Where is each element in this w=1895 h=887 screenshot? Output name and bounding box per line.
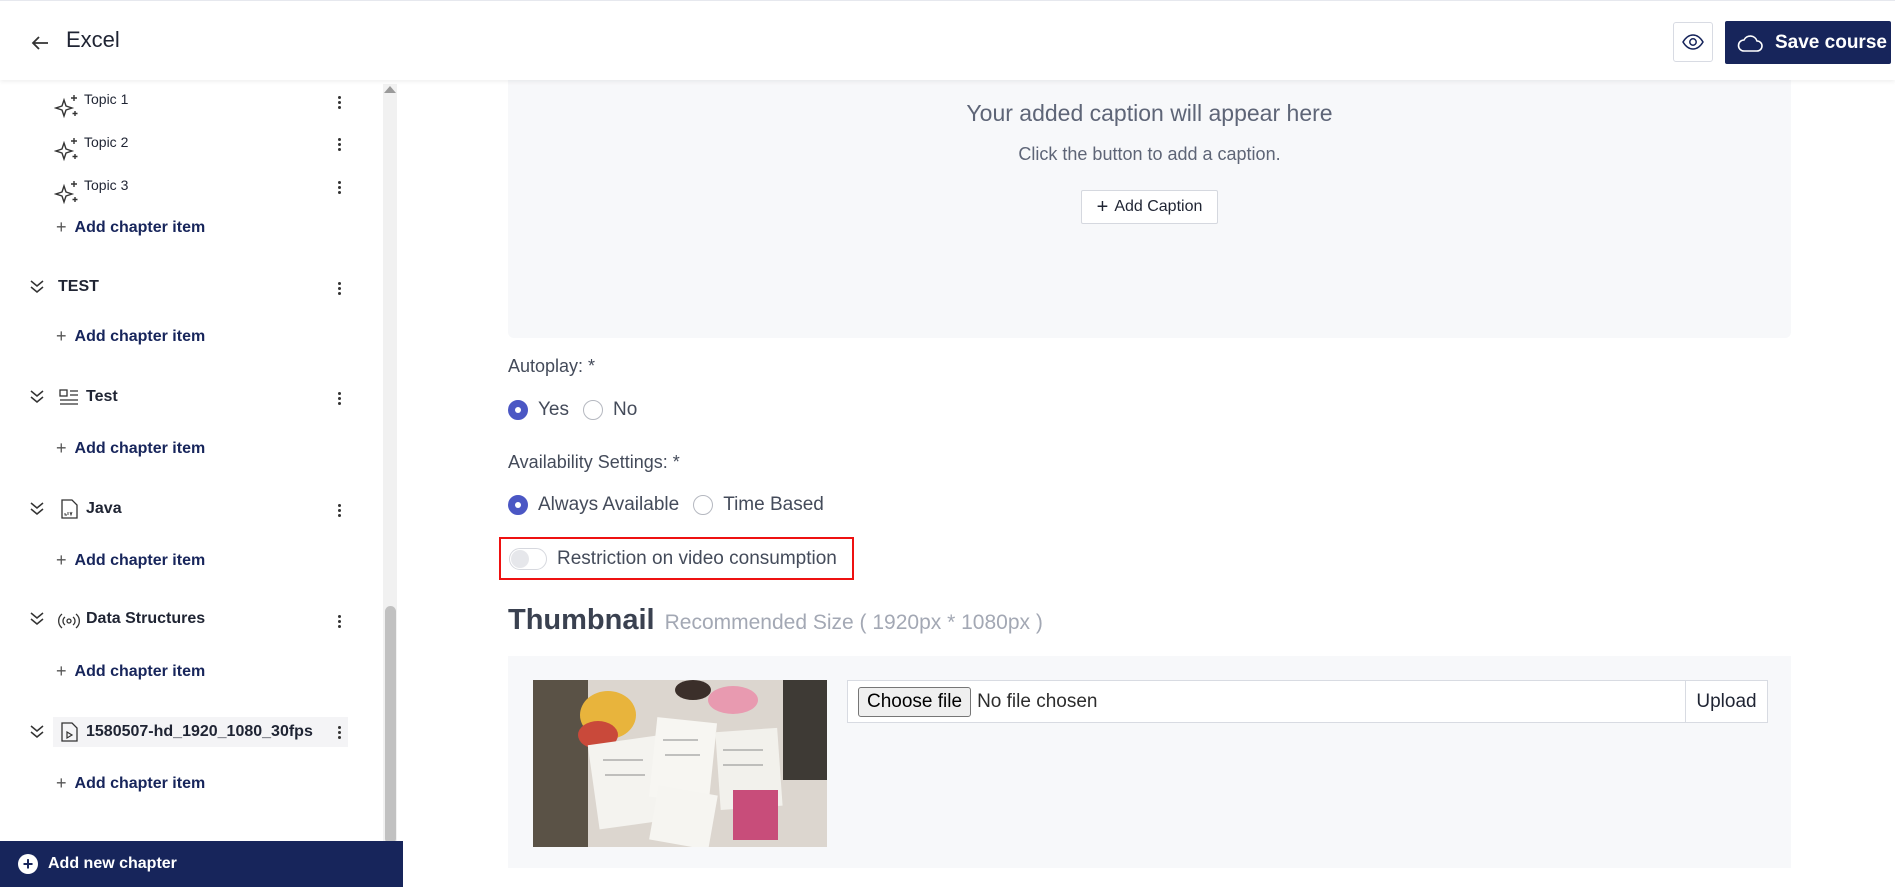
more-options-icon[interactable] bbox=[333, 388, 345, 408]
thumbnail-heading: Thumbnail Recommended Size ( 1920px * 10… bbox=[508, 604, 1043, 637]
topic-label: Topic 1 bbox=[84, 91, 129, 107]
chapter-item-data-structures[interactable]: Data Structures bbox=[28, 604, 348, 634]
autoplay-yes-radio[interactable] bbox=[508, 400, 528, 420]
chapter-label: Java bbox=[86, 500, 122, 517]
plus-circle-icon: + bbox=[18, 854, 38, 874]
add-new-chapter-button[interactable]: + Add new chapter bbox=[0, 841, 403, 887]
plus-icon: + bbox=[56, 326, 67, 346]
cloud-icon bbox=[1737, 34, 1763, 52]
chapter-label: Test bbox=[86, 388, 118, 405]
add-chapter-item-button[interactable]: + Add chapter item bbox=[56, 217, 205, 238]
add-chapter-item-label: Add chapter item bbox=[74, 327, 206, 345]
add-chapter-item-button[interactable]: + Add chapter item bbox=[56, 550, 205, 571]
chapter-item-test[interactable]: Test bbox=[28, 382, 348, 412]
autoplay-yes-label[interactable]: Yes bbox=[538, 399, 569, 421]
more-options-icon[interactable] bbox=[333, 500, 345, 520]
sparkle-icon bbox=[54, 95, 78, 119]
add-chapter-item-button[interactable]: + Add chapter item bbox=[56, 773, 205, 794]
add-caption-label: Add Caption bbox=[1114, 198, 1203, 215]
scrollbar-thumb[interactable] bbox=[385, 606, 396, 844]
sparkle-icon bbox=[54, 181, 78, 205]
restriction-setting: Restriction on video consumption bbox=[499, 537, 854, 580]
autoplay-no-radio[interactable] bbox=[583, 400, 603, 420]
add-new-chapter-label: Add new chapter bbox=[48, 855, 177, 872]
page-title: Excel bbox=[66, 27, 120, 52]
thumbnail-panel: Choose file No file chosen Upload bbox=[508, 656, 1791, 868]
double-chevron-down-icon[interactable] bbox=[28, 388, 46, 406]
autoplay-no-label[interactable]: No bbox=[613, 399, 637, 421]
add-chapter-item-label: Add chapter item bbox=[74, 439, 206, 457]
more-options-icon[interactable] bbox=[333, 92, 345, 112]
restriction-label: Restriction on video consumption bbox=[557, 547, 837, 569]
scroll-up-arrow-icon[interactable] bbox=[384, 86, 396, 93]
topic-item[interactable]: Topic 2 bbox=[54, 131, 354, 162]
save-course-label: Save course bbox=[1775, 31, 1887, 53]
plus-icon: + bbox=[56, 550, 67, 570]
chapter-item-video[interactable]: 1580507-hd_1920_1080_30fps bbox=[28, 717, 348, 747]
chapter-label: Data Structures bbox=[86, 610, 206, 627]
topic-item[interactable]: Topic 3 bbox=[54, 174, 354, 205]
caption-placeholder-title: Your added caption will appear here bbox=[966, 100, 1333, 126]
double-chevron-down-icon[interactable] bbox=[28, 500, 46, 518]
add-caption-button[interactable]: + Add Caption bbox=[1081, 190, 1218, 224]
add-chapter-item-label: Add chapter item bbox=[74, 774, 206, 792]
thumbnail-preview-image bbox=[533, 680, 827, 847]
back-arrow-icon[interactable] bbox=[28, 31, 52, 55]
double-chevron-down-icon[interactable] bbox=[28, 723, 46, 741]
more-options-icon[interactable] bbox=[333, 722, 345, 742]
double-chevron-down-icon[interactable] bbox=[28, 610, 46, 628]
save-course-button[interactable]: Save course bbox=[1725, 21, 1891, 64]
autoplay-radio-group: Yes No bbox=[508, 399, 651, 421]
availability-label: Availability Settings: * bbox=[508, 452, 680, 472]
chapter-label: TEST bbox=[58, 278, 99, 295]
restriction-toggle[interactable] bbox=[509, 547, 547, 570]
plus-icon: + bbox=[1096, 196, 1109, 218]
live-file-icon bbox=[61, 499, 78, 519]
time-based-label[interactable]: Time Based bbox=[723, 494, 824, 516]
more-options-icon[interactable] bbox=[333, 278, 345, 298]
double-chevron-down-icon[interactable] bbox=[28, 278, 46, 296]
topic-item[interactable]: Topic 1 bbox=[54, 88, 354, 119]
upload-button[interactable]: Upload bbox=[1685, 681, 1767, 722]
choose-file-button[interactable]: Choose file bbox=[858, 686, 972, 717]
preview-button[interactable] bbox=[1673, 22, 1713, 62]
always-available-label[interactable]: Always Available bbox=[538, 494, 679, 516]
file-input-row: Choose file No file chosen Upload bbox=[847, 680, 1768, 723]
autoplay-label: Autoplay: * bbox=[508, 356, 596, 376]
topic-label: Topic 3 bbox=[84, 177, 129, 193]
add-chapter-item-label: Add chapter item bbox=[74, 218, 206, 236]
sparkle-icon bbox=[54, 138, 78, 162]
broadcast-icon bbox=[58, 613, 80, 629]
top-header: Excel Save course bbox=[0, 0, 1895, 80]
availability-radio-group: Always Available Time Based bbox=[508, 494, 838, 516]
thumbnail-size-hint: Recommended Size ( 1920px * 1080px ) bbox=[664, 611, 1043, 634]
plus-icon: + bbox=[56, 438, 67, 458]
more-options-icon[interactable] bbox=[333, 177, 345, 197]
topic-label: Topic 2 bbox=[84, 134, 129, 150]
file-status-text: No file chosen bbox=[977, 690, 1098, 712]
document-list-icon bbox=[59, 389, 78, 405]
add-chapter-item-label: Add chapter item bbox=[74, 551, 206, 569]
plus-icon: + bbox=[56, 217, 67, 237]
add-chapter-item-label: Add chapter item bbox=[74, 662, 206, 680]
add-chapter-item-button[interactable]: + Add chapter item bbox=[56, 326, 205, 347]
always-available-radio[interactable] bbox=[508, 495, 528, 515]
plus-icon: + bbox=[56, 661, 67, 681]
add-chapter-item-button[interactable]: + Add chapter item bbox=[56, 661, 205, 682]
chapter-item-java[interactable]: Java bbox=[28, 494, 348, 524]
more-options-icon[interactable] bbox=[333, 611, 345, 631]
more-options-icon[interactable] bbox=[333, 134, 345, 154]
plus-icon: + bbox=[56, 773, 67, 793]
caption-panel: Your added caption will appear here Clic… bbox=[508, 60, 1791, 338]
chapter-label: 1580507-hd_1920_1080_30fps bbox=[86, 723, 313, 740]
caption-placeholder-subtitle: Click the button to add a caption. bbox=[1018, 144, 1281, 164]
time-based-radio[interactable] bbox=[693, 495, 714, 515]
chapter-item-test-upper[interactable]: TEST bbox=[28, 272, 348, 302]
eye-icon bbox=[1682, 34, 1704, 50]
video-file-icon bbox=[61, 722, 78, 742]
thumbnail-title: Thumbnail bbox=[508, 604, 655, 636]
add-chapter-item-button[interactable]: + Add chapter item bbox=[56, 438, 205, 459]
